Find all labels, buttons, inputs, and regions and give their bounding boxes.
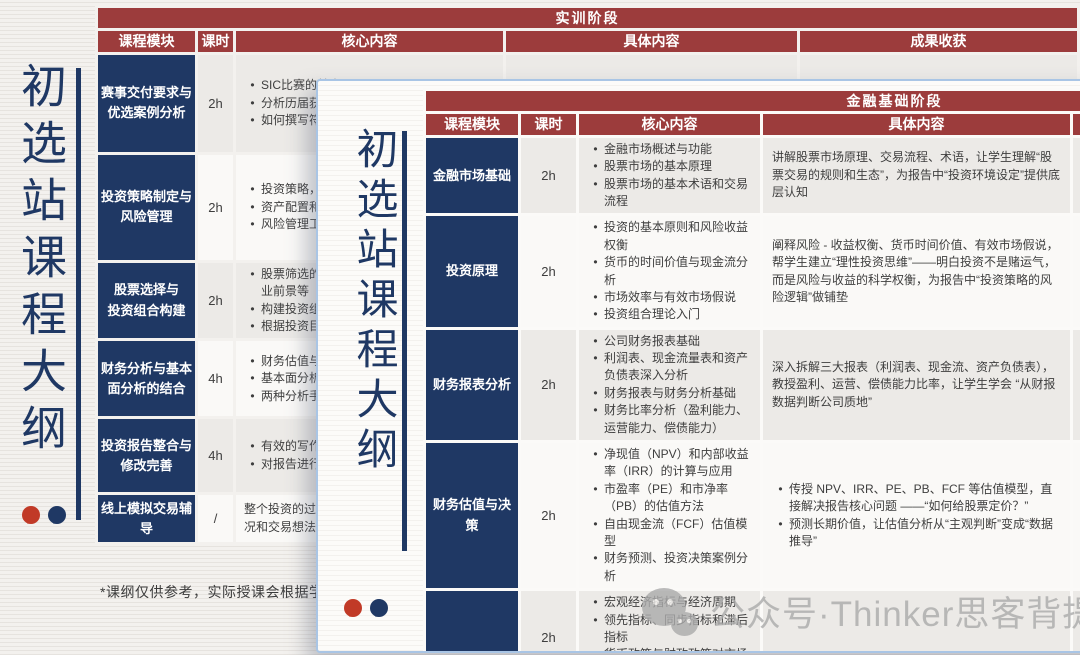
core-line: •金融市场概述与功能 [587, 141, 756, 158]
core-line: •财务报表与财务分析基础 [587, 385, 756, 402]
table-row: 财务估值与决 策2h•净现值（NPV）和内部收益率（IRR）的计算与应用•市盈率… [425, 442, 1080, 590]
core-line: •财务预测、投资决策案例分析 [587, 550, 756, 585]
module-cell: 赛事交付要求与 优选案例分析 [97, 53, 197, 153]
core-line: •货币政策与财政政策对市场的影响 [587, 646, 756, 653]
core-line: •股票市场的基本术语和交易流程 [587, 176, 756, 211]
column-header: 具体内容 [505, 30, 799, 54]
core-line: •股票市场的基本原理 [587, 158, 756, 175]
footnote: *课纲仅供参考，实际授课会根据学生 [100, 582, 338, 602]
slide-canvas: 初选站课程大纲 实训阶段课程模块课时核心内容具体内容成果收获赛事交付要求与 优选… [0, 0, 1080, 655]
core-line: •传授 NPV、IRR、PE、PB、FCF 等估值模型，直接解决报告核心问题 —… [772, 481, 1061, 516]
core-line: •自由现金流（FCF）估值模型 [587, 516, 756, 551]
core-line: •公司财务报表基础 [587, 333, 756, 350]
outcome-cell [1072, 442, 1080, 590]
column-header: 核心内容 [235, 30, 505, 54]
front-quote-dots [344, 599, 388, 617]
core-line: •预测长期价值，让估值分析从“主观判断”变成“数据推导” [772, 516, 1061, 551]
core-content-cell: •公司财务报表基础•利润表、现金流量表和资产负债表深入分析•财务报表与财务分析基… [578, 328, 762, 441]
column-header: 核心内容 [578, 113, 762, 137]
module-cell: 金融市场基础 [425, 136, 520, 215]
front-vertical-title: 初选站课程大纲 [344, 127, 405, 477]
core-content-cell: •净现值（NPV）和内部收益率（IRR）的计算与应用•市盈率（PE）和市净率（P… [578, 442, 762, 590]
quote-dot-navy [48, 506, 66, 524]
quote-dot-red [344, 599, 362, 617]
hours-cell: 2h [520, 442, 578, 590]
table-row: 投资原理2h•投资的基本原则和风险收益权衡•货币的时间价值与现金流分析•市场效率… [425, 215, 1080, 328]
hours-cell: 2h [520, 136, 578, 215]
hours-cell: 2h [520, 328, 578, 441]
hours-cell: 2h [197, 53, 235, 153]
core-content-cell: •宏观经济指标与经济周期•领先指标、同步指标和滞后指标•货币政策与财政政策对市场… [578, 590, 762, 653]
back-quote-dots [22, 506, 66, 524]
specific-content-cell: •传授 NPV、IRR、PE、PB、FCF 等估值模型，直接解决报告核心问题 —… [762, 442, 1072, 590]
back-title-divider [76, 68, 81, 520]
module-cell: 线上模拟交易辅 导 [97, 494, 197, 544]
table-row: 金融市场基础2h•金融市场概述与功能•股票市场的基本原理•股票市场的基本术语和交… [425, 136, 1080, 215]
core-line: •利润表、现金流量表和资产负债表深入分析 [587, 350, 756, 385]
stage-title: 实训阶段 [97, 7, 1079, 30]
column-header: 具体内容 [762, 113, 1072, 137]
core-line: •市场效率与有效市场假说 [587, 289, 756, 306]
core-line: •财务比率分析（盈利能力、运营能力、偿债能力） [587, 402, 756, 437]
hours-cell: 2h [520, 590, 578, 653]
core-line: •投资的基本原则和风险收益权衡 [587, 219, 756, 254]
outcome-cell [1072, 328, 1080, 441]
module-cell: 宏观经济分析 [425, 590, 520, 653]
hours-cell: 2h [520, 215, 578, 328]
column-header: 课程模块 [97, 30, 197, 54]
specific-content-cell: 讲解经济周期、宏观指标、政策对市场的影响。学生可结合此分析：“当前经济环境适合投… [762, 590, 1072, 653]
specific-content-cell: 阐释风险 - 收益权衡、货币时间价值、有效市场假说，帮学生建立“理性投资思维”—… [762, 215, 1072, 328]
outcome-cell [1072, 215, 1080, 328]
column-header: 课时 [520, 113, 578, 137]
outcome-cell [1072, 136, 1080, 215]
column-header: 成果收获 [799, 30, 1079, 54]
specific-content-cell: 深入拆解三大报表（利润表、现金流、资产负债表），教授盈利、运营、偿债能力比率，让… [762, 328, 1072, 441]
core-line: •货币的时间价值与现金流分析 [587, 254, 756, 289]
module-cell: 财务分析与基本 面分析的结合 [97, 340, 197, 418]
column-header: 课时 [197, 30, 235, 54]
core-line: •投资组合理论入门 [587, 306, 756, 323]
hours-cell: 4h [197, 418, 235, 494]
stage-title: 金融基础阶段 [425, 90, 1080, 113]
module-cell: 投资策略制定与 风险管理 [97, 153, 197, 261]
hours-cell: 2h [197, 153, 235, 261]
back-vertical-title: 初选站课程大纲 [8, 62, 74, 461]
hours-cell: 2h [197, 261, 235, 340]
core-line: •宏观经济指标与经济周期 [587, 594, 756, 611]
core-line: •市盈率（PE）和市净率（PB）的估值方法 [587, 481, 756, 516]
finance-stage-card: 初选站课程大纲 金融基础阶段课程模块课时核心内容具体内容金融市场基础2h•金融市… [316, 79, 1080, 653]
specific-content-cell: 讲解股票市场原理、交易流程、术语，让学生理解“股票交易的规则和生态”，为报告中“… [762, 136, 1072, 215]
quote-dot-navy [370, 599, 388, 617]
hours-cell: 4h [197, 340, 235, 418]
core-line: •领先指标、同步指标和滞后指标 [587, 612, 756, 647]
finance-stage-table: 金融基础阶段课程模块课时核心内容具体内容金融市场基础2h•金融市场概述与功能•股… [423, 88, 1080, 653]
outcome-cell [1072, 590, 1080, 653]
module-cell: 股票选择与 投资组合构建 [97, 261, 197, 340]
module-cell: 财务报表分析 [425, 328, 520, 441]
table-row: 宏观经济分析2h•宏观经济指标与经济周期•领先指标、同步指标和滞后指标•货币政策… [425, 590, 1080, 653]
quote-dot-red [22, 506, 40, 524]
core-content-cell: •投资的基本原则和风险收益权衡•货币的时间价值与现金流分析•市场效率与有效市场假… [578, 215, 762, 328]
core-line: •净现值（NPV）和内部收益率（IRR）的计算与应用 [587, 446, 756, 481]
column-header [1072, 113, 1080, 137]
module-cell: 投资原理 [425, 215, 520, 328]
module-cell: 投资报告整合与 修改完善 [97, 418, 197, 494]
front-title-divider [402, 131, 407, 551]
core-content-cell: •金融市场概述与功能•股票市场的基本原理•股票市场的基本术语和交易流程 [578, 136, 762, 215]
table-row: 财务报表分析2h•公司财务报表基础•利润表、现金流量表和资产负债表深入分析•财务… [425, 328, 1080, 441]
column-header: 课程模块 [425, 113, 520, 137]
hours-cell: / [197, 494, 235, 544]
module-cell: 财务估值与决 策 [425, 442, 520, 590]
